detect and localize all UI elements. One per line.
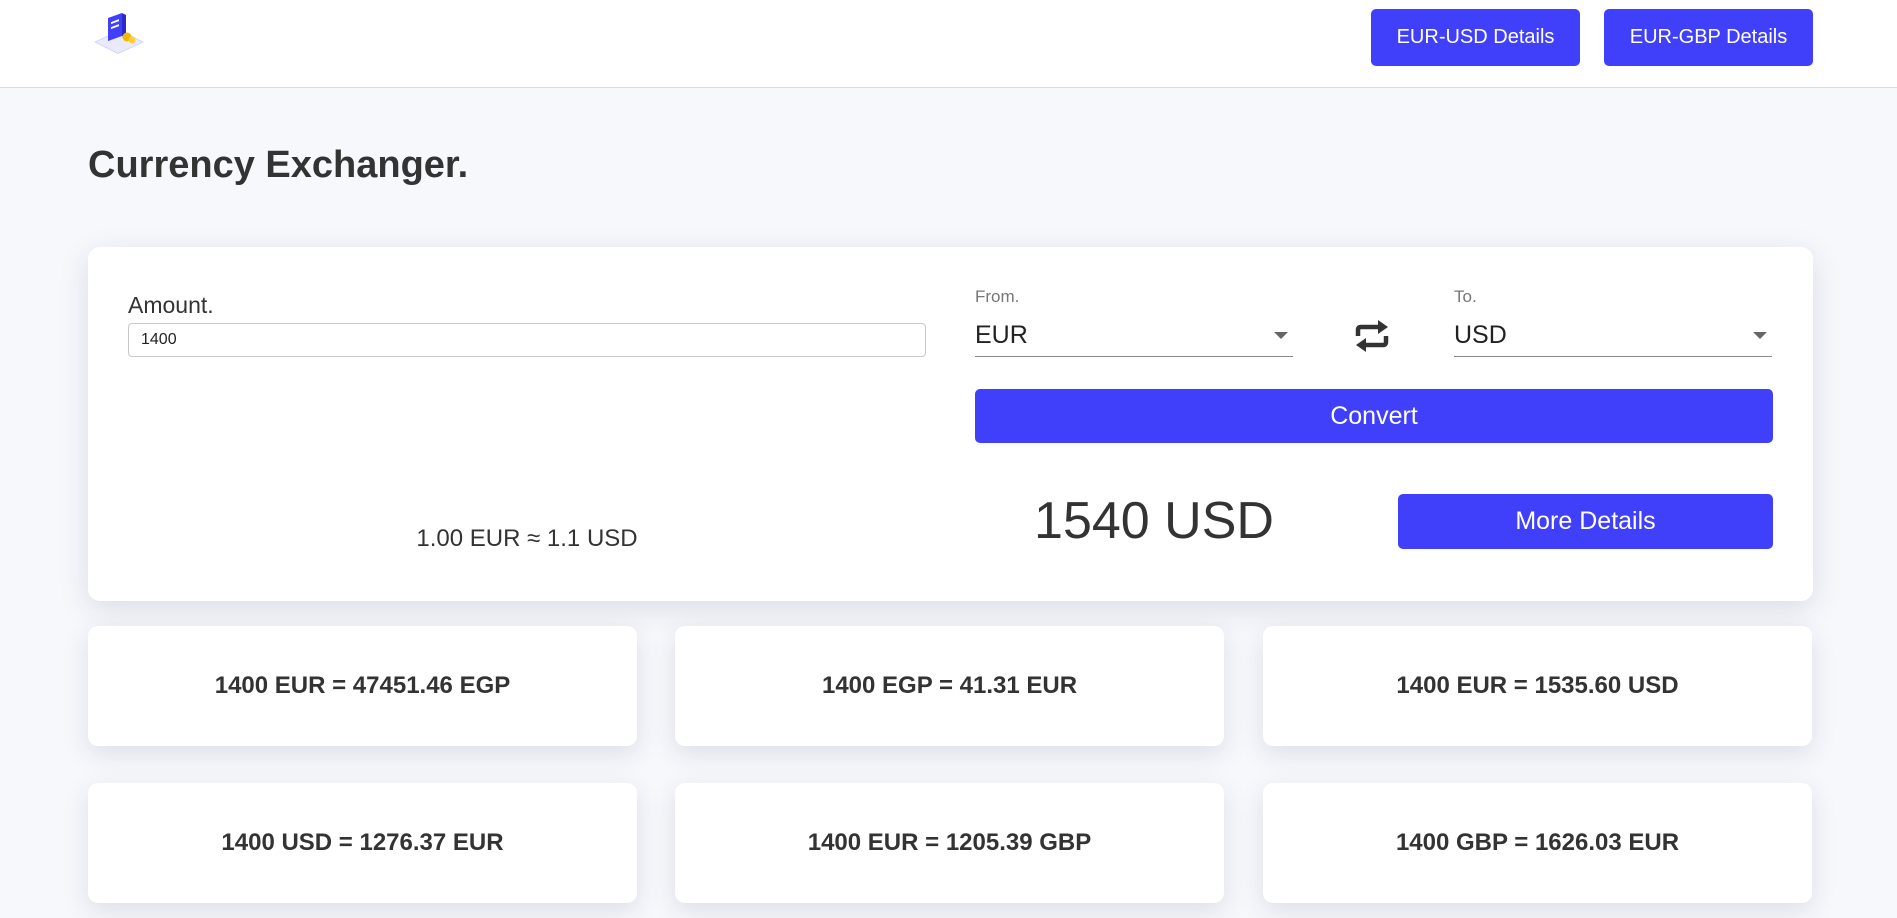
from-label: From.	[975, 287, 1020, 306]
exchange-rate-text: 1.00 EUR ≈ 1.1 USD	[416, 525, 638, 552]
conversion-card: 1400 EGP = 41.31 EUR	[675, 626, 1224, 746]
to-currency-value: USD	[1454, 321, 1507, 349]
more-details-button[interactable]: More Details	[1398, 494, 1773, 549]
eur-usd-details-button[interactable]: EUR-USD Details	[1371, 9, 1580, 66]
logo-icon	[94, 13, 144, 54]
page-title: Currency Exchanger.	[88, 144, 469, 186]
swap-icon	[1355, 320, 1389, 352]
swap-currencies-button[interactable]	[1352, 316, 1392, 356]
app-logo[interactable]	[92, 12, 146, 56]
to-label: To.	[1454, 287, 1477, 306]
converter-panel: Amount. From. EUR To. USD Convert 1.00 E…	[88, 247, 1813, 601]
conversion-card-text: 1400 USD = 1276.37 EUR	[221, 829, 504, 856]
amount-input[interactable]	[128, 323, 926, 357]
amount-label: Amount.	[128, 292, 214, 318]
conversion-card: 1400 EUR = 1205.39 GBP	[675, 783, 1224, 903]
navbar: EUR-USD Details EUR-GBP Details	[0, 0, 1897, 88]
to-currency-field: To. USD	[1454, 287, 1772, 357]
to-currency-select[interactable]: USD	[1454, 315, 1772, 357]
from-currency-field: From. EUR	[975, 287, 1293, 357]
from-currency-select[interactable]: EUR	[975, 315, 1293, 357]
from-currency-value: EUR	[975, 321, 1028, 349]
conversion-card-text: 1400 EUR = 1535.60 USD	[1396, 672, 1679, 699]
conversion-card-text: 1400 EGP = 41.31 EUR	[821, 672, 1078, 699]
conversion-card: 1400 EUR = 1535.60 USD	[1263, 626, 1812, 746]
conversion-card: 1400 EUR = 47451.46 EGP	[88, 626, 637, 746]
conversion-card-text: 1400 EUR = 1205.39 GBP	[807, 829, 1092, 856]
conversion-card: 1400 USD = 1276.37 EUR	[88, 783, 637, 903]
conversion-card-text: 1400 GBP = 1626.03 EUR	[1395, 829, 1680, 856]
eur-gbp-details-button[interactable]: EUR-GBP Details	[1604, 9, 1813, 66]
conversion-result: 1540 USD	[1034, 492, 1274, 550]
conversion-card-text: 1400 EUR = 47451.46 EGP	[214, 672, 511, 699]
chevron-down-icon	[1274, 332, 1288, 339]
chevron-down-icon	[1753, 332, 1767, 339]
conversion-card: 1400 GBP = 1626.03 EUR	[1263, 783, 1812, 903]
convert-button[interactable]: Convert	[975, 389, 1773, 443]
